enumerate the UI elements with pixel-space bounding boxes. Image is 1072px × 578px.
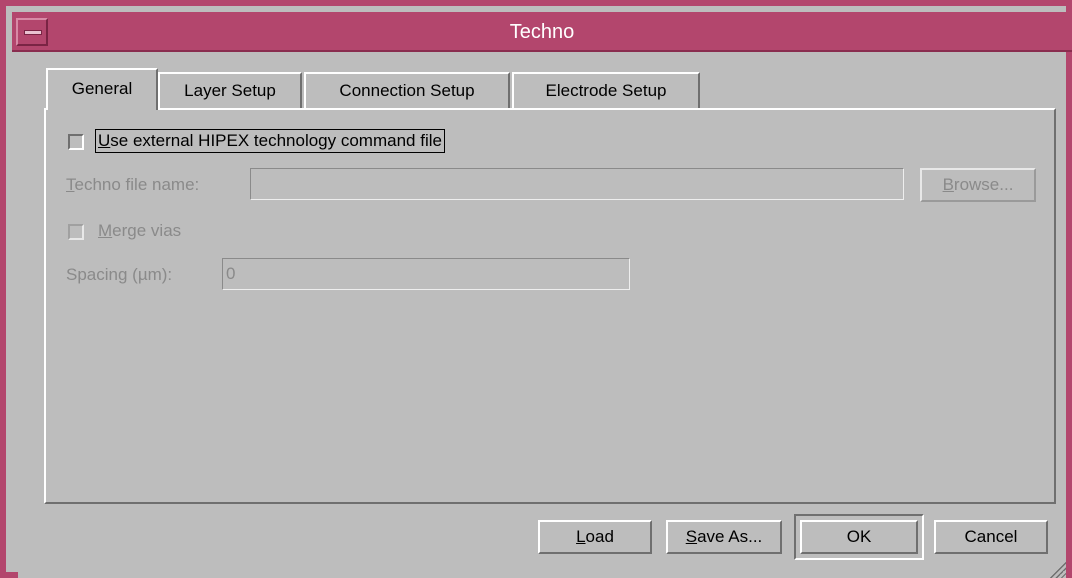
window-title: Techno — [509, 21, 575, 43]
merge-vias-checkbox[interactable] — [68, 224, 84, 240]
label-text: se external HIPEX technology command fil… — [110, 131, 442, 150]
label-text: ave As... — [697, 527, 763, 546]
window-menu-icon — [24, 30, 42, 35]
spacing-label: Spacing (µm): — [66, 265, 173, 284]
label-text: oad — [585, 527, 614, 546]
tab-electrode-setup[interactable]: Electrode Setup — [512, 72, 700, 108]
title-bar[interactable]: Techno — [12, 12, 1072, 52]
mnemonic: T — [66, 175, 75, 194]
load-button[interactable]: Load — [538, 520, 652, 554]
techno-file-input[interactable] — [250, 168, 904, 200]
dialog-window: Techno General Layer Setup Connection Se… — [0, 0, 1072, 578]
ok-button[interactable]: OK — [800, 520, 918, 554]
label-text: echno file name: — [74, 175, 200, 194]
mnemonic: L — [576, 527, 586, 546]
window-menu-button[interactable] — [16, 18, 48, 46]
mnemonic: B — [942, 175, 954, 194]
tab-label: General — [71, 79, 133, 98]
mnemonic: U — [98, 131, 111, 150]
tab-layer-setup[interactable]: Layer Setup — [158, 72, 302, 108]
ok-button-default-frame: OK — [794, 514, 924, 560]
label-text: erge vias — [112, 221, 182, 240]
tab-label: Layer Setup — [184, 81, 276, 100]
tab-connection-setup[interactable]: Connection Setup — [304, 72, 510, 108]
label-text: rowse... — [953, 175, 1014, 194]
browse-button[interactable]: Browse... — [920, 168, 1036, 202]
resize-grip-icon[interactable] — [1048, 560, 1066, 578]
mnemonic: M — [98, 221, 113, 240]
tab-label: Electrode Setup — [545, 81, 667, 100]
save-as-button[interactable]: Save As... — [666, 520, 782, 554]
tab-label: Connection Setup — [339, 81, 475, 100]
use-external-label[interactable]: Use external HIPEX technology command fi… — [95, 129, 445, 153]
tab-general[interactable]: General — [46, 68, 158, 110]
use-external-checkbox[interactable] — [68, 134, 84, 150]
mnemonic: S — [685, 527, 698, 546]
cancel-button[interactable]: Cancel — [934, 520, 1048, 554]
spacing-input[interactable]: 0 — [222, 258, 630, 290]
merge-vias-label[interactable]: Merge vias — [98, 220, 181, 242]
techno-file-label: Techno file name: — [66, 174, 199, 196]
dialog-client-area: General Layer Setup Connection Setup Ele… — [18, 54, 1066, 578]
general-tab-panel: Use external HIPEX technology command fi… — [44, 108, 1056, 504]
